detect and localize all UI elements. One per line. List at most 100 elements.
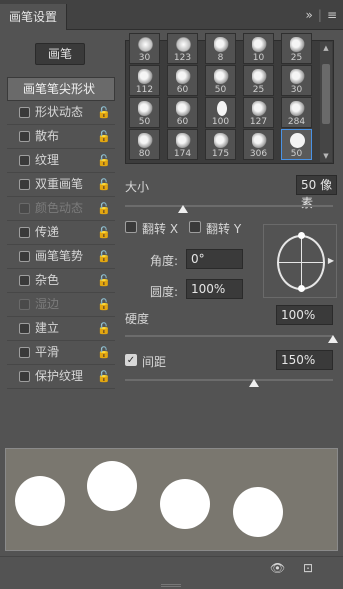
size-label: 大小 [125,180,150,194]
size-slider-thumb[interactable] [178,205,189,213]
scroll-up-icon[interactable]: ▲ [320,44,332,52]
option-protect-texture[interactable]: 保护纹理 🔓 [7,365,115,389]
panel-bottom-bar: 👁 ⊡ [0,556,343,582]
option-checkbox[interactable] [19,227,30,238]
lock-icon[interactable]: 🔓 [97,245,111,268]
brush-tip-3[interactable]: 10 [243,33,274,64]
option-shape-dynamics[interactable]: 形状动态 🔓 [7,101,115,125]
hardness-slider-thumb[interactable] [328,335,338,343]
brush-tip-shape [138,37,153,52]
brush-tip-7[interactable]: 50 [205,65,236,96]
lock-icon[interactable]: 🔓 [97,149,111,172]
lock-icon[interactable]: 🔓 [97,125,111,148]
size-slider-track[interactable] [125,205,333,207]
lock-icon[interactable]: 🔓 [97,341,111,364]
preview-dab [233,487,283,537]
brush-tip-9[interactable]: 30 [281,65,312,96]
double-chevron-right-icon[interactable]: » [306,8,313,22]
brush-tip-2[interactable]: 8 [205,33,236,64]
option-build-up[interactable]: 建立 🔓 [7,317,115,341]
scrollbar-thumb[interactable] [322,64,330,124]
option-noise[interactable]: 杂色 🔓 [7,269,115,293]
panel-menu-icons: » | ≡ [305,8,337,22]
option-brush-tip-shape[interactable]: 画笔笔尖形状 [7,77,115,101]
spacing-field[interactable]: 150% [276,350,333,370]
spacing-slider-track[interactable] [125,379,333,381]
brush-tip-6[interactable]: 60 [167,65,198,96]
roundness-handle-top[interactable] [298,232,305,239]
lock-icon[interactable]: 🔓 [97,221,111,244]
option-label: 颜色动态 [35,201,84,215]
brush-tip-size: 284 [287,117,306,127]
brush-tip-17[interactable]: 175 [205,129,236,160]
option-checkbox[interactable] [19,155,30,166]
option-checkbox[interactable] [19,347,30,358]
lock-icon[interactable]: 🔓 [97,173,111,196]
roundness-field[interactable]: 100% [186,279,243,299]
visibility-toggle-icon[interactable]: 👁 [270,561,285,575]
lock-icon[interactable]: 🔓 [97,317,111,340]
option-checkbox[interactable] [19,179,30,190]
brush-tip-18[interactable]: 306 [243,129,274,160]
option-dual-brush[interactable]: 双重画笔 🔓 [7,173,115,197]
new-brush-icon[interactable]: ⊡ [303,561,313,575]
option-label: 平滑 [35,345,60,359]
brush-tip-shape [252,101,267,116]
hamburger-menu-icon[interactable]: ≡ [327,8,337,22]
brush-tip-shape [214,37,229,52]
angle-roundness-widget[interactable]: ▶ [263,224,337,298]
brush-tip-1[interactable]: 123 [167,33,198,64]
roundness-handle-bottom[interactable] [298,285,305,292]
option-checkbox[interactable] [19,371,30,382]
panel-titlebar: 画笔设置 » | ≡ [0,0,343,30]
option-scattering[interactable]: 散布 🔓 [7,125,115,149]
lock-icon[interactable]: 🔓 [97,101,111,124]
brush-tip-grid: ▲ ▼ 30 123 8 10 25 112 60 50 25 30 50 60 100 127 284 80… [125,33,334,164]
size-value-field[interactable]: 50 像素 [296,175,337,210]
spacing-slider-thumb[interactable] [248,379,259,387]
brush-tip-8[interactable]: 25 [243,65,274,96]
lock-icon[interactable]: 🔓 [97,269,111,292]
hardness-field[interactable]: 100% [276,305,333,325]
option-checkbox[interactable] [19,251,30,262]
brush-tip-15[interactable]: 80 [129,129,160,160]
option-smoothing[interactable]: 平滑 🔓 [7,341,115,365]
tab-brush-settings[interactable]: 画笔设置 [0,4,68,30]
option-texture[interactable]: 纹理 🔓 [7,149,115,173]
brush-tip-4[interactable]: 25 [281,33,312,64]
angle-arrow-icon[interactable]: ▶ [328,256,334,265]
option-checkbox[interactable] [19,323,30,334]
preview-dab [15,476,65,526]
brush-tip-shape [214,133,229,148]
scroll-down-icon[interactable]: ▼ [320,152,332,160]
brush-tip-size: 25 [290,53,303,63]
angle-field[interactable]: 0° [186,249,243,269]
brush-presets-button[interactable]: 画笔 [35,43,85,65]
brush-tip-16[interactable]: 174 [167,129,198,160]
brush-tip-11[interactable]: 60 [167,97,198,128]
option-brush-pose[interactable]: 画笔笔势 🔓 [7,245,115,269]
grid-scrollbar[interactable]: ▲ ▼ [320,42,332,162]
brush-tip-shape [252,37,267,52]
option-checkbox[interactable] [19,131,30,142]
brush-tip-10[interactable]: 50 [129,97,160,128]
hardness-slider-track[interactable] [125,335,333,337]
brush-tip-12[interactable]: 100 [205,97,236,128]
flip-x-checkbox[interactable] [125,221,137,233]
brush-tip-0[interactable]: 30 [129,33,160,64]
option-checkbox[interactable] [19,107,30,118]
lock-icon[interactable]: 🔓 [97,365,111,388]
option-transfer[interactable]: 传递 🔓 [7,221,115,245]
roundness-label: 圆度: [150,285,179,299]
flip-y-checkbox[interactable] [189,221,201,233]
brush-tip-14[interactable]: 284 [281,97,312,128]
brush-tip-19[interactable]: 50 [281,129,312,160]
brush-tip-5[interactable]: 112 [129,65,160,96]
brush-tip-size: 50 [214,85,227,95]
angle-label: 角度: [150,254,179,268]
brush-tip-13[interactable]: 127 [243,97,274,128]
brush-tip-shape [176,133,191,148]
resize-grip[interactable] [161,584,181,587]
option-checkbox[interactable] [19,275,30,286]
spacing-checkbox[interactable]: ✓ [125,354,137,366]
